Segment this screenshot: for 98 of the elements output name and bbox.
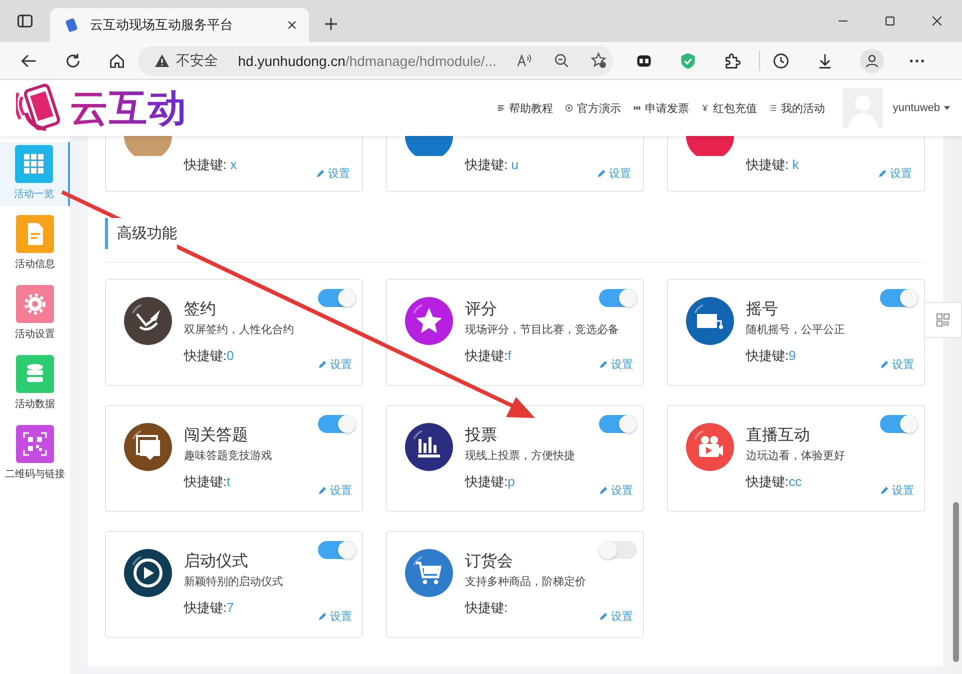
list-icon	[496, 104, 505, 112]
shortcut-text: 快捷键:	[465, 599, 508, 617]
pencil-icon	[878, 169, 887, 178]
feature-icon	[686, 423, 734, 471]
shortcut-text: 快捷键:f	[465, 347, 512, 365]
close-window-icon[interactable]	[930, 14, 944, 28]
shortcut-text: 快捷键: k	[746, 156, 799, 174]
new-tab-icon[interactable]	[323, 16, 339, 32]
nav-link[interactable]: 官方演示	[564, 100, 621, 116]
shortcut-text: 快捷键: u	[465, 156, 518, 174]
home-icon[interactable]	[108, 52, 126, 70]
history-icon[interactable]	[772, 52, 790, 70]
feature-title: 直播互动	[746, 426, 810, 446]
zoom-out-icon[interactable]	[553, 52, 570, 69]
feature-icon	[405, 297, 453, 345]
read-aloud-icon[interactable]	[516, 52, 534, 69]
feature-icon	[405, 423, 453, 471]
extensions-icon[interactable]	[723, 52, 741, 70]
browser-tab[interactable]: 云互动现场互动服务平台	[50, 8, 309, 42]
gear-icon	[16, 285, 54, 323]
toggle-switch[interactable]	[318, 415, 356, 433]
pencil-icon	[599, 486, 608, 495]
scrollbar-thumb[interactable]	[953, 502, 959, 662]
toggle-switch[interactable]	[318, 541, 356, 559]
feature-title: 投票	[465, 426, 497, 446]
feature-title: 闯关答题	[184, 426, 248, 446]
feature-description: 边玩边看，体验更好	[746, 449, 846, 463]
shield-icon[interactable]	[679, 52, 697, 70]
pencil-icon	[599, 612, 608, 621]
feature-description: 新颖特别的启动仪式	[184, 575, 284, 589]
bars-icon	[632, 104, 641, 112]
shortcut-text: 快捷键:cc	[746, 473, 802, 491]
feature-description: 趣味答题竞技游戏	[184, 449, 273, 463]
feature-title: 签约	[184, 300, 216, 320]
feature-description: 随机摇号，公平公正	[746, 323, 846, 337]
feature-icon	[124, 423, 172, 471]
yen-icon	[700, 104, 709, 112]
pencil-icon	[597, 169, 606, 178]
feature-icon	[124, 297, 172, 345]
list-icon	[768, 104, 777, 112]
toggle-switch[interactable]	[599, 541, 637, 559]
pencil-icon	[316, 169, 325, 178]
feature-title: 评分	[465, 300, 497, 320]
toggle-switch[interactable]	[880, 289, 918, 307]
feature-description: 现线上投票，方便快捷	[465, 449, 576, 463]
pencil-icon	[880, 486, 889, 495]
document-icon	[16, 215, 54, 253]
feature-icon	[686, 136, 734, 156]
shortcut-text: 快捷键:p	[465, 473, 515, 491]
pencil-icon	[599, 360, 608, 369]
profile-icon[interactable]	[860, 48, 884, 72]
feature-description: 双屏签约，人性化合约	[184, 323, 295, 337]
sidebar-item[interactable]: 活动数据	[0, 352, 70, 416]
pencil-icon	[318, 360, 327, 369]
add-favorite-icon[interactable]	[590, 52, 608, 69]
feature-title: 订货会	[465, 552, 513, 572]
nav-link[interactable]: 申请发票	[632, 100, 689, 116]
qr-float-button[interactable]	[924, 302, 962, 338]
pencil-icon	[318, 486, 327, 495]
feature-icon	[405, 136, 453, 156]
feature-description: 现场评分，节目比赛，竞选必备	[465, 323, 620, 337]
nav-link[interactable]: 帮助教程	[496, 100, 553, 116]
toggle-switch[interactable]	[599, 289, 637, 307]
feature-icon	[124, 136, 172, 156]
sidebar-item[interactable]: 活动设置	[0, 282, 70, 346]
qr-code-icon	[935, 312, 951, 328]
feature-description: 支持多种商品，阶梯定价	[465, 575, 587, 589]
database-icon	[16, 355, 54, 393]
feature-icon	[686, 297, 734, 345]
shortcut-text: 快捷键: x	[184, 156, 237, 174]
shortcut-text: 快捷键:t	[184, 473, 230, 491]
shortcut-text: 快捷键:0	[184, 347, 234, 365]
nav-link[interactable]: 我的活动	[768, 100, 825, 116]
nav-link[interactable]: 红包充值	[700, 100, 757, 116]
feature-title: 启动仪式	[184, 552, 248, 572]
maximize-icon[interactable]	[883, 14, 897, 28]
grid-icon	[15, 145, 53, 183]
play-icon	[564, 104, 573, 112]
section-title: 高级功能	[105, 218, 177, 249]
feature-title: 摇号	[746, 300, 778, 320]
warning-icon	[154, 52, 170, 68]
sidebar-item[interactable]: 二维码与链接	[0, 422, 70, 486]
feature-icon	[124, 549, 172, 597]
toggle-switch[interactable]	[318, 289, 356, 307]
toggle-switch[interactable]	[880, 415, 918, 433]
caret-icon	[944, 106, 950, 110]
tab-actions-icon[interactable]	[16, 12, 34, 30]
user-menu[interactable]: yuntuweb	[892, 102, 950, 114]
shortcut-text: 快捷键:9	[746, 347, 796, 365]
shortcut-text: 快捷键:7	[184, 599, 234, 617]
pencil-icon	[880, 360, 889, 369]
sidebar-item[interactable]: 活动信息	[0, 212, 70, 276]
address-field[interactable]: 不安全 hd.yunhudong.cn/hdmanage/hdmodule/...	[138, 46, 613, 76]
qr-code-icon	[16, 425, 54, 463]
pencil-icon	[318, 612, 327, 621]
toggle-switch[interactable]	[599, 415, 637, 433]
reload-icon[interactable]	[64, 52, 82, 70]
feature-icon	[405, 549, 453, 597]
